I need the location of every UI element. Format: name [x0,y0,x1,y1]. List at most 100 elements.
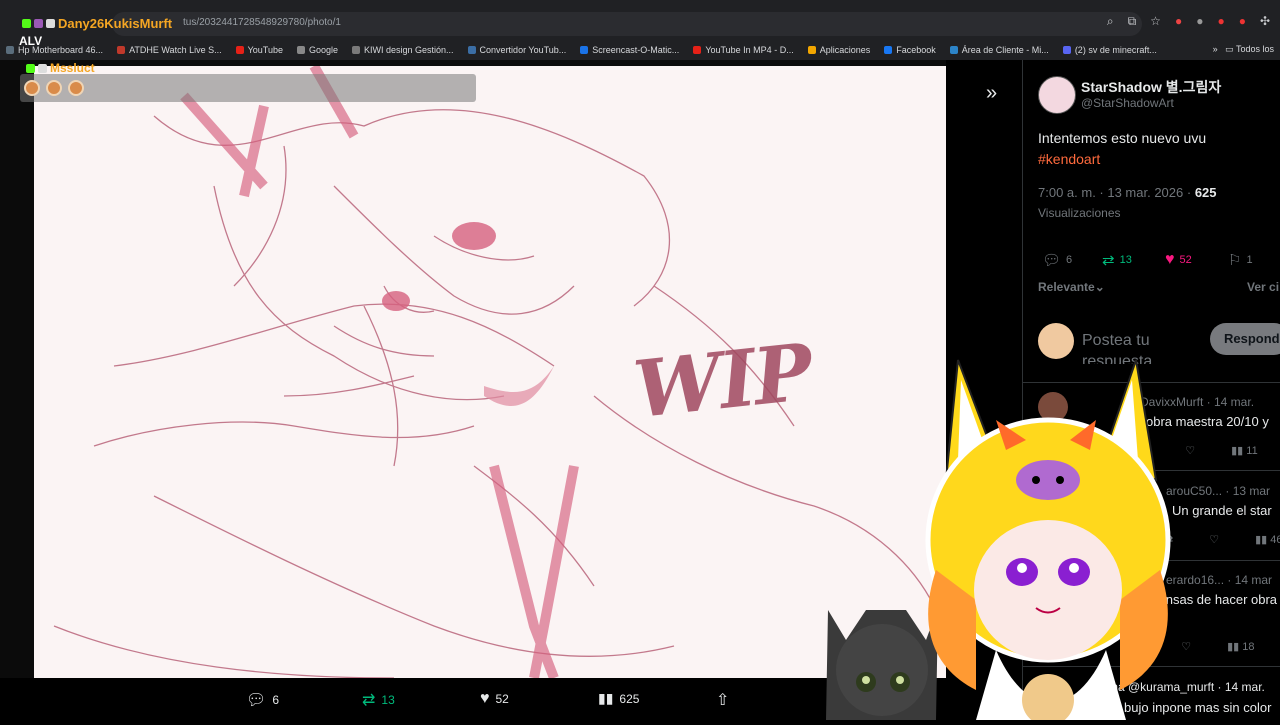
all-bookmarks-label[interactable]: Todos los [1236,44,1274,54]
bookmark-label: Aplicaciones [819,45,871,55]
share-icon[interactable]: ⧉ [1128,14,1137,29]
reply-count: 6 [272,693,279,707]
bookmark-favicon-icon [580,46,589,54]
puzzle-icon[interactable]: ✣ [1260,14,1270,29]
tweet-timestamp[interactable]: 7:00 a. m. · 13 mar. 2026 · [1038,185,1195,200]
bookmark-label: YouTube [247,45,283,55]
bookmark-favicon-icon [6,46,14,54]
heart-icon: ♥ [480,690,490,707]
vtuber-overlay [826,340,1186,725]
comment-views: 11 [1246,445,1258,457]
bookmark-favicon-icon [884,46,893,54]
sort-label: Relevante [1038,280,1095,294]
chat-username: Dany26KukisMurft [58,15,173,31]
extension-icon[interactable]: ● [1196,14,1203,29]
comment-text: Un grande el star [1172,503,1272,518]
chat-username: Mssluct [50,61,95,75]
views-icon[interactable]: ▮▮ 11 [1231,444,1258,457]
heart-outline-icon[interactable]: ♡ [1209,533,1219,546]
bookmark-item[interactable]: Convertidor YouTub... [467,45,566,55]
all-bookmarks[interactable]: » ▭ Todos los [1213,44,1274,55]
fox-emote-icon [24,80,40,96]
comment-views: 18 [1242,641,1255,653]
fox-emote-icon [68,80,84,96]
chat-line-2: Mssluct [26,61,95,75]
bookmark-label: (2) sv de minecraft... [1074,45,1157,55]
bookmark-favicon-icon [296,46,305,54]
bookmark-label: Screencast-O-Matic... [592,45,680,55]
chevron-more-icon[interactable]: » [1213,44,1218,54]
chat-line-1: Dany26KukisMurft [22,13,172,33]
fox-emote-icon [46,80,62,96]
kick-badge-icon [22,18,31,28]
heart-icon: ♥ [1165,251,1175,268]
bookmark-item[interactable]: YouTube In MP4 - D... [693,45,794,55]
bar-chart-icon: ▮▮ [598,690,614,706]
bookmark-item[interactable]: Google [296,45,338,55]
media-action-bar [0,678,946,720]
extension-icon[interactable]: ● [1175,14,1182,29]
view-quotes-link[interactable]: Ver ci [1247,280,1279,294]
stat-reposts-count: 13 [1119,254,1132,266]
bookmark-item[interactable]: YouTube [235,45,283,55]
wip-text: WIP [629,327,816,436]
repost-icon: ⇄ [362,692,376,709]
repost-count: 13 [381,693,395,707]
views-action[interactable]: ▮▮ 625 [598,690,639,707]
tweet-text: Intentemos esto nuevo uvu #kendoart [1038,128,1206,170]
reply-button[interactable]: Respond [1210,323,1280,355]
browser-toolbar-icons: ⌕ ⧉ ☆ ● ● ● ● ✣ [1107,14,1270,29]
like-action[interactable]: ♥ 52 [480,690,509,708]
extension-icon[interactable]: ● [1217,14,1224,29]
bookmark-item[interactable]: Facebook [884,45,936,55]
bookmark-favicon-icon [235,46,244,54]
bookmarks-bar: Hp Motherboard 46... ATDHE Watch Live S..… [0,40,1280,60]
repost-action[interactable]: ⇄ 13 [362,690,395,710]
hashtag-link[interactable]: #kendoart [1038,151,1100,167]
folder-icon: ▭ [1225,44,1234,54]
author-name[interactable]: StarShadow 별.그림자 [1081,77,1221,97]
address-url[interactable]: tus/2032441728548929780/photo/1 [183,17,341,28]
stat-likes[interactable]: ♥ 52 [1165,251,1192,269]
repost-icon: ⇄ [1102,252,1115,269]
tweet-body: Intentemos esto nuevo uvu [1038,130,1207,146]
views-label: Visualizaciones [1038,206,1121,220]
author-avatar[interactable] [1038,76,1076,114]
stat-replies[interactable]: 💬︎ 6 [1042,251,1072,269]
share-action[interactable]: ⇧ [716,690,729,710]
bookmark-favicon-icon [693,46,702,54]
tweet-views-count: 625 [1194,185,1217,200]
bookmark-item[interactable]: Área de Cliente - Mi... [949,45,1049,55]
bookmark-item[interactable]: Screencast-O-Matic... [580,45,679,55]
like-count: 52 [495,692,509,706]
stat-reposts[interactable]: ⇄ 13 [1102,251,1132,269]
hand-badge-icon [46,18,55,28]
stat-bookmarks-count: 1 [1246,254,1253,266]
views-icon[interactable]: ▮▮ 46 [1255,533,1280,546]
bookmark-item[interactable]: ATDHE Watch Live S... [117,45,222,55]
artwork-image[interactable]: WIP [34,66,946,678]
kick-badge-icon [26,63,35,73]
extension-icon[interactable]: ● [1239,14,1246,29]
star-icon[interactable]: ☆ [1150,14,1161,29]
author-handle[interactable]: @StarShadowArt [1081,96,1174,110]
stat-bookmarks[interactable]: ⚐ 1 [1228,251,1253,269]
bookmark-item[interactable]: (2) sv de minecraft... [1062,45,1157,55]
expand-panel-icon[interactable]: » [986,82,997,105]
bookmark-item[interactable]: Aplicaciones [807,45,871,55]
bookmark-favicon-icon [467,46,476,54]
bookmark-icon: ⚐ [1228,252,1242,269]
chevron-down-icon: ⌄ [1094,280,1105,294]
bookmark-label: ATDHE Watch Live S... [129,45,222,55]
stat-replies-count: 6 [1066,254,1073,266]
stat-likes-count: 52 [1179,254,1192,266]
hand-badge-icon [38,63,47,73]
reply-icon: 💬︎ [246,692,267,709]
bookmark-item[interactable]: KIWI design Gestión... [352,45,454,55]
sort-dropdown[interactable]: Relevante⌄ [1038,280,1105,294]
chat-message: ALV [19,34,43,48]
zoom-icon[interactable]: ⌕ [1107,14,1114,29]
reply-action[interactable]: 💬︎ 6 [246,690,279,710]
heart-outline-icon[interactable]: ♡ [1185,444,1195,457]
views-icon[interactable]: ▮▮ 18 [1227,640,1254,653]
